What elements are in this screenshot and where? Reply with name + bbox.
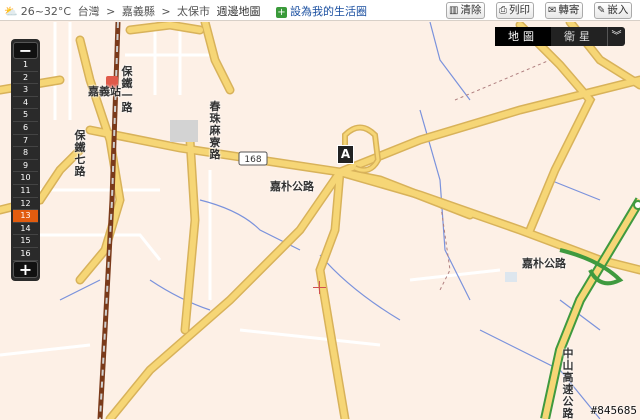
- zoom-out-button[interactable]: −: [13, 42, 38, 59]
- printer-icon: ⎙: [499, 3, 507, 18]
- map-type-switch: 地圖 衛星 ︾: [495, 27, 625, 46]
- zoom-level-12[interactable]: 12: [13, 198, 38, 211]
- minor-roads: [0, 22, 500, 355]
- zoom-level-15[interactable]: 15: [13, 235, 38, 248]
- image-stamp: #845685: [591, 404, 637, 417]
- page-title: 週邊地圖: [217, 5, 261, 18]
- embed-label: 嵌入: [607, 4, 628, 16]
- road-label-jiapu-1: 嘉朴公路: [270, 181, 314, 193]
- satellite-view-button[interactable]: 衛星: [551, 27, 607, 46]
- set-life-circle-label: 設為我的生活圈: [290, 5, 367, 18]
- zoom-level-4[interactable]: 4: [13, 97, 38, 110]
- zoom-level-5[interactable]: 5: [13, 109, 38, 122]
- crosshair-icon: [313, 281, 326, 294]
- location-marker[interactable]: A: [337, 145, 354, 164]
- map-view-button[interactable]: 地圖: [495, 27, 551, 46]
- print-label: 列印: [509, 4, 530, 16]
- district-boundaries: [440, 60, 550, 290]
- map-roads: 168: [0, 22, 640, 419]
- zoom-level-3[interactable]: 3: [13, 84, 38, 97]
- zoom-in-button[interactable]: +: [13, 261, 38, 278]
- road-label-chunzhu: 春珠麻寮路: [209, 101, 221, 161]
- breadcrumb-chiayi-county[interactable]: 嘉義縣: [122, 5, 155, 18]
- zoom-level-2[interactable]: 2: [13, 72, 38, 85]
- forward-label: 轉寄: [558, 4, 579, 16]
- clear-button[interactable]: ▥清除: [446, 2, 485, 19]
- print-button[interactable]: ⎙列印: [496, 2, 534, 19]
- plus-icon: +: [276, 7, 287, 18]
- zoom-level-16[interactable]: 16: [13, 248, 38, 261]
- zoom-levels: 12345678910111213141516: [13, 59, 38, 261]
- breadcrumb-separator: >: [106, 5, 115, 18]
- forward-icon: ✉: [548, 3, 556, 18]
- zoom-level-6[interactable]: 6: [13, 122, 38, 135]
- forward-button[interactable]: ✉轉寄: [545, 2, 583, 19]
- freeway: [545, 200, 640, 419]
- zoom-control: − 12345678910111213141516 +: [11, 39, 40, 281]
- map-canvas[interactable]: 168 保鐵一路 保鐵七路 嘉義站 春珠麻寮路 嘉朴公路 嘉朴公路 中山高速公路: [0, 22, 640, 419]
- zoom-level-1[interactable]: 1: [13, 59, 38, 72]
- breadcrumb: ⛅26~32°C 台灣 > 嘉義縣 > 太保市 週邊地圖: [4, 3, 264, 19]
- zoom-level-11[interactable]: 11: [13, 185, 38, 198]
- zoom-level-8[interactable]: 8: [13, 147, 38, 160]
- weather-text: 26~32°C: [21, 5, 71, 18]
- top-bar: ⛅26~32°C 台灣 > 嘉義縣 > 太保市 週邊地圖 +設為我的生活圈 ▥清…: [0, 0, 640, 21]
- pond: [505, 272, 517, 282]
- weather-icon: ⛅: [4, 5, 18, 18]
- embed-button[interactable]: ✎嵌入: [594, 2, 632, 19]
- embed-icon: ✎: [597, 3, 605, 18]
- major-roads: [0, 22, 640, 419]
- zoom-level-14[interactable]: 14: [13, 223, 38, 236]
- major-roads-edge: [0, 22, 640, 419]
- chevron-down-icon[interactable]: ︾: [607, 27, 625, 46]
- breadcrumb-separator: >: [161, 5, 170, 18]
- route-168-label: 168: [244, 155, 261, 165]
- set-life-circle-link[interactable]: +設為我的生活圈: [276, 3, 367, 19]
- building-block: [170, 120, 198, 142]
- zoom-level-13[interactable]: 13: [13, 210, 38, 223]
- zoom-level-9[interactable]: 9: [13, 160, 38, 173]
- zoom-level-10[interactable]: 10: [13, 172, 38, 185]
- breadcrumb-taibao[interactable]: 太保市: [177, 5, 210, 18]
- road-label-jiapu-2: 嘉朴公路: [522, 258, 566, 270]
- clear-label: 清除: [460, 4, 481, 16]
- road-label-zhongshan-highway: 中山高速公路: [562, 348, 574, 420]
- road-label-baotie-1: 保鐵一路: [121, 66, 133, 114]
- breadcrumb-taiwan[interactable]: 台灣: [78, 5, 100, 18]
- road-label-baotie-7: 保鐵七路: [74, 130, 86, 178]
- eraser-icon: ▥: [449, 3, 458, 18]
- station-label: 嘉義站: [88, 86, 121, 98]
- waterways: [60, 22, 600, 419]
- zoom-level-7[interactable]: 7: [13, 135, 38, 148]
